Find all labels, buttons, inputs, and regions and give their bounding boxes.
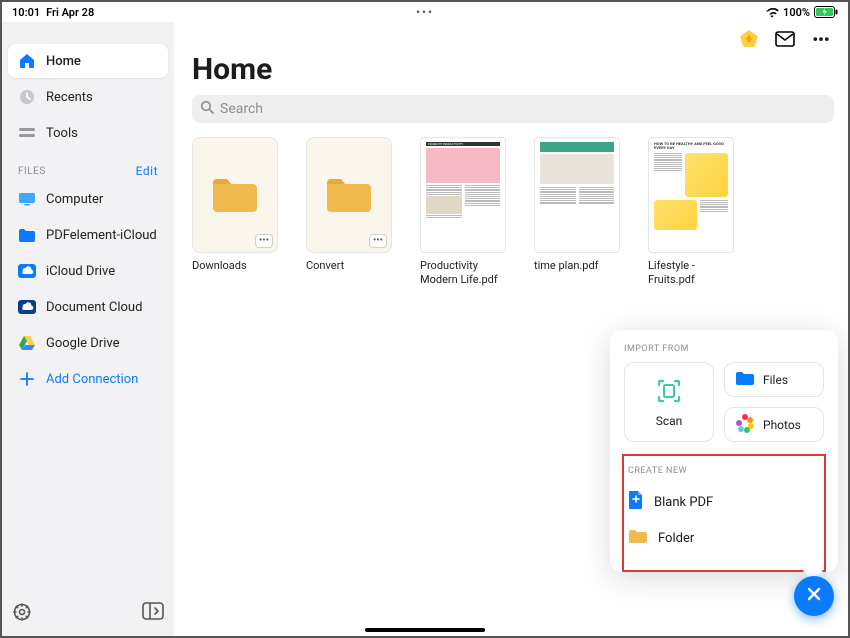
plus-icon	[18, 370, 36, 388]
blank-pdf-label: Blank PDF	[654, 495, 713, 510]
folder-plus-icon	[628, 528, 648, 548]
sidebar-item-computer[interactable]: Computer	[8, 182, 168, 216]
sidebar-item-google-drive[interactable]: Google Drive	[8, 326, 168, 360]
home-icon	[18, 52, 36, 70]
photos-icon	[735, 413, 755, 436]
grid-item-document[interactable]: PROMOTE PRODUCTIVITY Productivity Modern…	[420, 137, 506, 287]
add-popover: IMPORT FROM Scan Files	[610, 330, 838, 572]
google-drive-icon	[18, 334, 36, 352]
computer-icon	[18, 190, 36, 208]
grid-item-folder[interactable]: ••• Downloads	[192, 137, 278, 287]
sidebar: Home Recents Tools FILES Edit Computer	[2, 22, 174, 636]
doc-preview-title: HOW TO BE HEALTHY AND FEEL GOOD EVERY DA…	[654, 142, 728, 151]
item-more-icon[interactable]: •••	[369, 234, 387, 248]
sidebar-item-pdfelement-icloud[interactable]: PDFelement-iCloud	[8, 218, 168, 252]
close-icon	[805, 585, 823, 607]
import-from-label: IMPORT FROM	[624, 344, 824, 354]
item-more-icon[interactable]: •••	[255, 234, 273, 248]
sidebar-item-recents[interactable]: Recents	[8, 80, 168, 114]
item-label: Convert	[306, 259, 392, 273]
search-input[interactable]: Search	[192, 95, 834, 123]
page-title: Home	[192, 52, 834, 87]
create-blank-pdf-button[interactable]: Blank PDF	[624, 484, 824, 520]
sidebar-item-label: Document Cloud	[46, 300, 142, 315]
content-area: Home Search ••• Downloads •••	[174, 22, 848, 636]
status-date: Fri Apr 28	[46, 6, 94, 19]
folder-icon	[18, 226, 36, 244]
sidebar-item-label: Computer	[46, 192, 103, 207]
icloud-icon	[18, 262, 36, 280]
doc-preview-title	[540, 142, 614, 152]
photos-label: Photos	[763, 418, 801, 432]
sidebar-item-label: Home	[46, 54, 81, 69]
sidebar-item-icloud-drive[interactable]: iCloud Drive	[8, 254, 168, 288]
grid-item-document[interactable]: HOW TO BE HEALTHY AND FEEL GOOD EVERY DA…	[648, 137, 734, 287]
create-folder-button[interactable]: Folder	[624, 520, 824, 556]
search-icon	[200, 100, 214, 118]
sidebar-item-home[interactable]: Home	[8, 44, 168, 78]
home-indicator[interactable]	[365, 628, 485, 632]
sidebar-item-tools[interactable]: Tools	[8, 116, 168, 150]
add-connection-label: Add Connection	[46, 372, 138, 387]
item-label: time plan.pdf	[534, 259, 620, 273]
fab-close-button[interactable]	[794, 576, 834, 616]
folder-label: Folder	[658, 531, 694, 546]
files-label: Files	[763, 373, 788, 387]
doc-preview-title: PROMOTE PRODUCTIVITY	[426, 142, 500, 146]
blank-pdf-icon	[628, 490, 644, 514]
grid-item-folder[interactable]: ••• Convert	[306, 137, 392, 287]
document-cloud-icon	[18, 298, 36, 316]
edit-link[interactable]: Edit	[136, 164, 158, 178]
sidebar-item-label: Tools	[46, 126, 78, 141]
sidebar-item-document-cloud[interactable]: Document Cloud	[8, 290, 168, 324]
sidebar-toggle-icon[interactable]	[142, 602, 164, 626]
sidebar-add-connection[interactable]: Add Connection	[8, 362, 168, 396]
status-time: 10:01	[12, 6, 40, 19]
scan-label: Scan	[656, 414, 683, 428]
sidebar-item-label: Recents	[46, 90, 93, 105]
create-new-section: CREATE NEW Blank PDF Folder	[624, 456, 824, 570]
files-icon	[735, 370, 755, 389]
battery-percent: 100%	[783, 6, 810, 19]
multitask-dots-icon[interactable]: •••	[416, 6, 434, 19]
item-label: Productivity Modern Life.pdf	[420, 259, 506, 287]
settings-icon[interactable]	[12, 602, 32, 626]
sidebar-item-label: PDFelement-iCloud	[46, 228, 157, 243]
item-label: Downloads	[192, 259, 278, 273]
wifi-icon	[765, 7, 779, 18]
import-photos-button[interactable]: Photos	[724, 407, 824, 442]
scan-icon	[655, 377, 683, 408]
tools-icon	[18, 124, 36, 142]
search-placeholder: Search	[220, 101, 263, 117]
import-scan-button[interactable]: Scan	[624, 362, 714, 442]
status-bar: 10:01 Fri Apr 28 ••• 100%	[2, 2, 848, 22]
clock-icon	[18, 88, 36, 106]
grid-item-document[interactable]: time plan.pdf	[534, 137, 620, 287]
battery-icon	[814, 6, 838, 18]
item-label: Lifestyle - Fruits.pdf	[648, 259, 734, 287]
sidebar-item-label: Google Drive	[46, 336, 119, 351]
create-new-label: CREATE NEW	[624, 466, 824, 476]
import-files-button[interactable]: Files	[724, 362, 824, 397]
files-section-label: FILES	[18, 166, 46, 177]
sidebar-item-label: iCloud Drive	[46, 264, 115, 279]
